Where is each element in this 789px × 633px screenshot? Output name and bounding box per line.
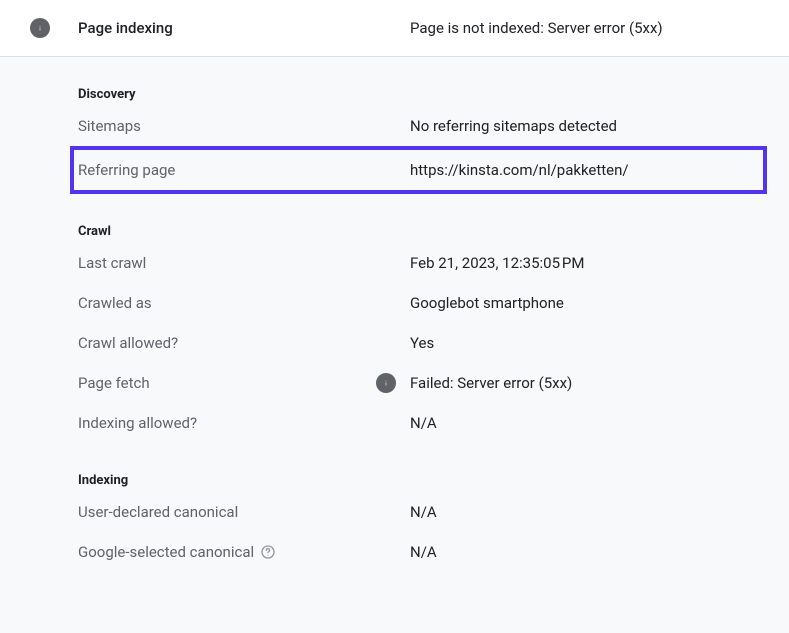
label-google-canonical-text: Google-selected canonical — [78, 543, 254, 561]
value-google-canonical: N/A — [410, 543, 437, 561]
page-status: Page is not indexed: Server error (5xx) — [410, 19, 663, 37]
section-crawl-heading: Crawl — [78, 194, 759, 243]
highlight-referring-page: Referring page https://kinsta.com/nl/pak… — [70, 146, 767, 194]
label-last-crawl: Last crawl — [78, 254, 410, 272]
row-user-canonical: User-declared canonical N/A — [78, 492, 759, 532]
label-page-fetch: Page fetch — [78, 373, 410, 393]
label-referring-page: Referring page — [78, 161, 410, 179]
section-indexing-heading: Indexing — [78, 443, 759, 492]
value-page-fetch: Failed: Server error (5xx) — [410, 374, 572, 392]
value-indexing-allowed: N/A — [410, 414, 437, 432]
page-title: Page indexing — [78, 19, 410, 37]
label-user-canonical: User-declared canonical — [78, 503, 410, 521]
label-indexing-allowed: Indexing allowed? — [78, 414, 410, 432]
label-crawl-allowed: Crawl allowed? — [78, 334, 410, 352]
page-indexing-header: Page indexing Page is not indexed: Serve… — [0, 0, 789, 57]
value-user-canonical: N/A — [410, 503, 437, 521]
row-google-canonical: Google-selected canonical N/A — [78, 532, 759, 572]
row-page-fetch: Page fetch Failed: Server error (5xx) — [78, 363, 759, 403]
info-icon[interactable] — [376, 373, 396, 393]
row-last-crawl: Last crawl Feb 21, 2023, 12:35:05 PM — [78, 243, 759, 283]
value-referring-page: https://kinsta.com/nl/pakketten/ — [410, 161, 629, 179]
value-sitemaps: No referring sitemaps detected — [410, 117, 617, 135]
help-icon[interactable] — [260, 544, 276, 560]
row-indexing-allowed: Indexing allowed? N/A — [78, 403, 759, 443]
value-crawled-as: Googlebot smartphone — [410, 294, 564, 312]
row-sitemaps: Sitemaps No referring sitemaps detected — [78, 106, 759, 146]
label-page-fetch-text: Page fetch — [78, 374, 150, 392]
row-crawl-allowed: Crawl allowed? Yes — [78, 323, 759, 363]
row-referring-page: Referring page https://kinsta.com/nl/pak… — [78, 150, 759, 190]
details-panel: Discovery Sitemaps No referring sitemaps… — [0, 57, 789, 572]
info-icon — [30, 18, 50, 38]
row-crawled-as: Crawled as Googlebot smartphone — [78, 283, 759, 323]
value-last-crawl: Feb 21, 2023, 12:35:05 PM — [410, 254, 584, 272]
value-crawl-allowed: Yes — [410, 334, 434, 352]
section-discovery-heading: Discovery — [78, 57, 759, 106]
label-google-canonical: Google-selected canonical — [78, 543, 410, 561]
label-crawled-as: Crawled as — [78, 294, 410, 312]
label-sitemaps: Sitemaps — [78, 117, 410, 135]
